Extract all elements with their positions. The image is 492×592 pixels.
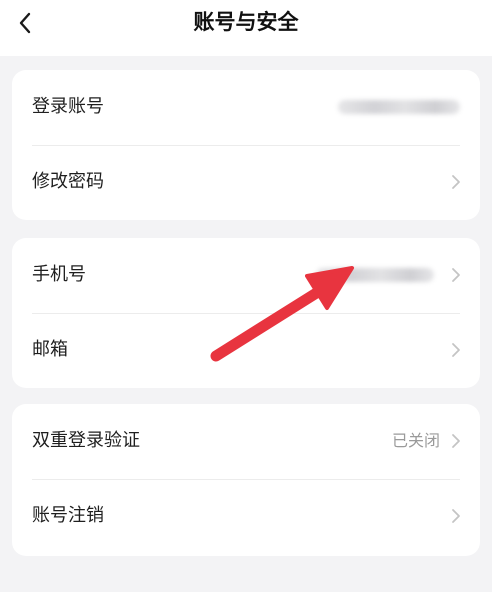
row-email[interactable]: 邮箱 bbox=[12, 313, 480, 388]
row-label: 修改密码 bbox=[32, 171, 104, 192]
row-label: 邮箱 bbox=[32, 339, 68, 360]
login-account-value-blurred bbox=[338, 100, 460, 114]
row-login-account[interactable]: 登录账号 bbox=[12, 70, 480, 145]
chevron-right-icon bbox=[452, 175, 460, 189]
two-factor-status: 已关闭 bbox=[391, 431, 440, 450]
row-label: 账号注销 bbox=[32, 505, 104, 526]
row-change-password[interactable]: 修改密码 bbox=[12, 145, 480, 220]
row-label: 登录账号 bbox=[32, 96, 104, 117]
settings-group-security: 双重登录验证 已关闭 账号注销 bbox=[12, 404, 480, 556]
page-title: 账号与安全 bbox=[193, 10, 299, 34]
chevron-right-icon bbox=[452, 268, 460, 282]
top-bar: 账号与安全 bbox=[0, 0, 492, 56]
chevron-right-icon bbox=[452, 343, 460, 357]
row-phone-number[interactable]: 手机号 bbox=[12, 238, 480, 313]
chevron-right-icon bbox=[452, 509, 460, 523]
chevron-right-icon bbox=[452, 434, 460, 448]
settings-group-account: 登录账号 修改密码 bbox=[12, 70, 480, 220]
row-delete-account[interactable]: 账号注销 bbox=[12, 479, 480, 554]
phone-value-blurred bbox=[316, 268, 434, 282]
row-label: 手机号 bbox=[32, 264, 86, 285]
settings-group-contact: 手机号 邮箱 bbox=[12, 238, 480, 388]
row-two-factor-auth[interactable]: 双重登录验证 已关闭 bbox=[12, 404, 480, 479]
row-label: 双重登录验证 bbox=[32, 430, 140, 451]
